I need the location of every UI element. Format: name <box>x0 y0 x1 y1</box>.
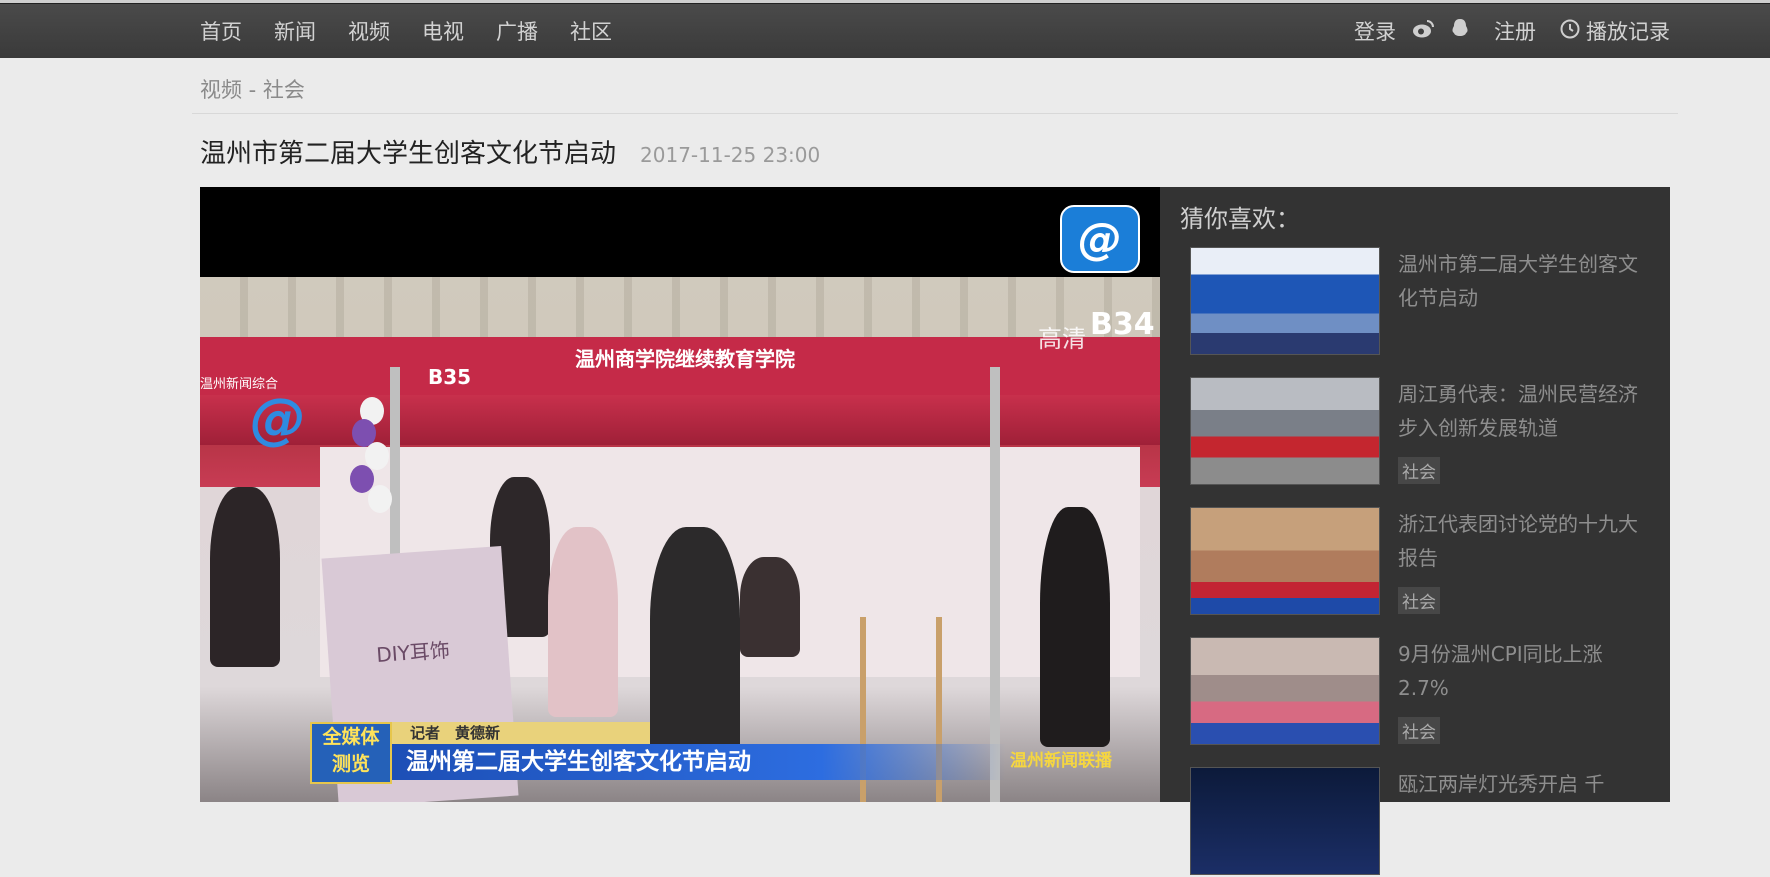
clock-icon <box>1560 19 1580 44</box>
booth-label-left: B35 <box>428 365 472 389</box>
recommend-item-title[interactable]: 9月份温州CPI同比上涨2.7% <box>1398 637 1648 705</box>
lower-third: 全媒体 测览 记者 黄德新 温州第二届大学生创客文化节启动 温州新闻联播 <box>310 722 1150 802</box>
recommend-thumbnail[interactable] <box>1190 767 1380 875</box>
recommend-thumbnail[interactable] <box>1190 377 1380 485</box>
divider <box>192 113 1678 114</box>
video-title-row: 温州市第二届大学生创客文化节启动 2017-11-25 23:00 <box>200 133 820 170</box>
recommend-item[interactable]: 9月份温州CPI同比上涨2.7% 社会 <box>1190 637 1660 747</box>
station-logo-icon: @ <box>1060 205 1140 273</box>
category-tag[interactable]: 社会 <box>1398 457 1440 484</box>
hd-label: 高清 <box>1038 325 1086 353</box>
user-bar: 登录 注册 播放记录 <box>1354 4 1670 58</box>
register-link[interactable]: 注册 <box>1494 16 1536 46</box>
video-player[interactable]: @ 温州商学院继续教育学院 B35 高清 B34 @ 温州新闻综合 DIY耳饰 … <box>200 187 1160 802</box>
breadcrumb[interactable]: 视频 - 社会 <box>200 74 305 104</box>
top-navigation-bar: 首页 新闻 视频 电视 广播 社区 登录 注册 播放记录 <box>0 3 1770 58</box>
nav-news[interactable]: 新闻 <box>274 16 316 46</box>
category-tag[interactable]: 社会 <box>1398 717 1440 744</box>
channel-logo-icon: @ <box>250 387 306 452</box>
recommend-item[interactable]: 浙江代表团讨论党的十九大报告 社会 <box>1190 507 1660 617</box>
board-text: DIY耳饰 <box>375 637 451 667</box>
recommend-item-title[interactable]: 周江勇代表：温州民营经济步入创新发展轨道 <box>1398 377 1648 445</box>
recommend-thumbnail[interactable] <box>1190 247 1380 355</box>
tent-banner-text: 温州商学院继续教育学院 <box>575 347 795 371</box>
weibo-icon[interactable] <box>1412 19 1434 44</box>
recommend-item[interactable]: 周江勇代表：温州民营经济步入创新发展轨道 社会 <box>1190 377 1660 487</box>
recommend-item[interactable]: 瓯江两岸灯光秀开启 千 <box>1190 767 1660 877</box>
recommend-title: 猜你喜欢： <box>1180 205 1300 233</box>
balloon <box>365 442 389 470</box>
category-tag[interactable]: 社会 <box>1398 587 1440 614</box>
person <box>210 487 280 667</box>
media-badge: 全媒体 测览 <box>310 722 392 784</box>
nav-home[interactable]: 首页 <box>200 16 242 46</box>
page-title: 温州市第二届大学生创客文化节启动 <box>200 139 617 169</box>
recommend-item-title[interactable]: 浙江代表团讨论党的十九大报告 <box>1398 507 1648 575</box>
recommend-panel: 猜你喜欢： 温州市第二届大学生创客文化节启动 周江勇代表：温州民营经济步入创新发… <box>1160 187 1670 875</box>
nav-radio[interactable]: 广播 <box>496 16 538 46</box>
booth-label-right: B34 <box>1090 307 1155 342</box>
nav-community[interactable]: 社区 <box>570 16 612 46</box>
nav-tv[interactable]: 电视 <box>422 16 464 46</box>
recommend-item-title[interactable]: 瓯江两岸灯光秀开启 千 <box>1398 767 1648 801</box>
nav-video[interactable]: 视频 <box>348 16 390 46</box>
main-nav: 首页 新闻 视频 电视 广播 社区 <box>200 4 644 58</box>
recommend-thumbnail[interactable] <box>1190 507 1380 615</box>
person <box>1040 507 1110 747</box>
login-link[interactable]: 登录 <box>1354 16 1396 46</box>
recommend-thumbnail[interactable] <box>1190 637 1380 745</box>
balloon <box>368 485 392 513</box>
qq-icon[interactable] <box>1450 18 1470 45</box>
recommend-item-title[interactable]: 温州市第二届大学生创客文化节启动 <box>1398 247 1648 315</box>
person <box>548 527 618 717</box>
program-name: 温州新闻联播 <box>1010 751 1112 771</box>
video-headline-caption: 温州第二届大学生创客文化节启动 <box>392 744 1006 780</box>
tent-roof <box>200 395 1160 445</box>
play-history-link[interactable]: 播放记录 <box>1586 16 1670 46</box>
person <box>740 557 800 657</box>
publish-date: 2017-11-25 23:00 <box>640 143 821 167</box>
reporter-credit: 记者 黄德新 <box>392 722 650 744</box>
channel-subtitle: 温州新闻综合 <box>200 377 279 392</box>
recommend-item[interactable]: 温州市第二届大学生创客文化节启动 <box>1190 247 1660 357</box>
